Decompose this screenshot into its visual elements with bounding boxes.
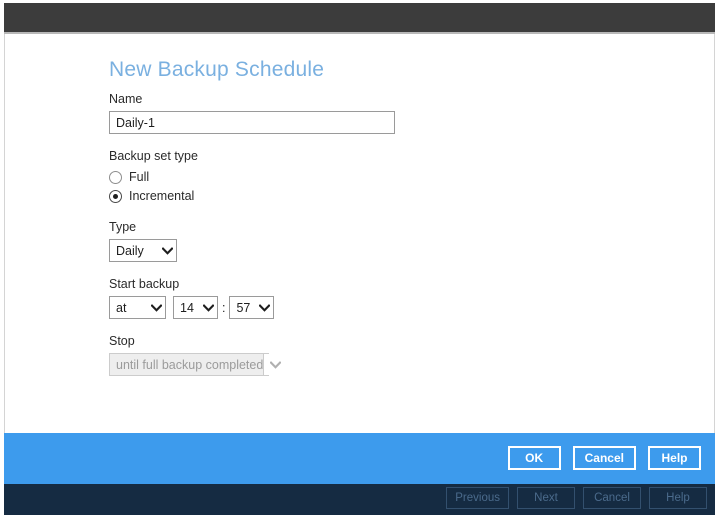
action-bar-button-group: OK Cancel Help — [508, 446, 701, 470]
spacer — [109, 134, 589, 149]
type-select[interactable]: Daily — [109, 239, 177, 262]
dialog-content-panel: New Backup Schedule Name Backup set type… — [4, 34, 715, 433]
screen: New Backup Schedule Name Backup set type… — [0, 0, 720, 520]
start-when-select[interactable]: at — [109, 296, 166, 319]
window-titlebar — [4, 3, 715, 32]
page-title: New Backup Schedule — [109, 58, 324, 82]
time-separator: : — [222, 301, 225, 315]
spacer — [109, 205, 589, 220]
spacer — [109, 319, 589, 334]
cancel-button[interactable]: Cancel — [573, 446, 636, 470]
start-minute-value: 57 — [230, 301, 255, 315]
start-hour-select[interactable]: 14 — [173, 296, 218, 319]
chevron-down-icon — [158, 247, 176, 255]
chevron-down-icon — [255, 304, 273, 312]
bottom-bar: Previous Next Cancel Help — [4, 484, 715, 515]
radio-incremental-label: Incremental — [129, 189, 194, 203]
radio-full-label: Full — [129, 170, 149, 184]
start-when-value: at — [110, 301, 147, 315]
start-hour-value: 14 — [174, 301, 199, 315]
type-select-value: Daily — [110, 244, 158, 258]
start-backup-label: Start backup — [109, 277, 589, 292]
name-input[interactable] — [109, 111, 395, 134]
action-bar: OK Cancel Help — [4, 433, 715, 484]
app-window: New Backup Schedule Name Backup set type… — [4, 3, 715, 515]
next-button: Next — [517, 487, 575, 509]
radio-incremental-icon[interactable] — [109, 190, 122, 203]
stop-label: Stop — [109, 334, 589, 349]
radio-option-incremental[interactable]: Incremental — [109, 187, 589, 205]
start-backup-row: at 14 — [109, 296, 589, 319]
spacer — [109, 262, 589, 277]
stop-select-value: until full backup completed — [110, 358, 263, 372]
start-minute-select[interactable]: 57 — [229, 296, 274, 319]
radio-option-full[interactable]: Full — [109, 168, 589, 186]
radio-full-icon[interactable] — [109, 171, 122, 184]
name-label: Name — [109, 92, 589, 107]
backup-schedule-form: Name Backup set type Full Incremental Ty… — [109, 92, 589, 376]
previous-button: Previous — [446, 487, 509, 509]
chevron-down-icon — [147, 304, 165, 312]
stop-select: until full backup completed — [109, 353, 269, 376]
ok-button[interactable]: OK — [508, 446, 561, 470]
chevron-down-icon — [199, 304, 217, 312]
type-label: Type — [109, 220, 589, 235]
bottom-cancel-button: Cancel — [583, 487, 641, 509]
help-button[interactable]: Help — [648, 446, 701, 470]
bottom-bar-button-group: Previous Next Cancel Help — [446, 487, 707, 509]
chevron-down-icon — [263, 354, 286, 375]
backup-set-type-label: Backup set type — [109, 149, 589, 164]
bottom-help-button: Help — [649, 487, 707, 509]
